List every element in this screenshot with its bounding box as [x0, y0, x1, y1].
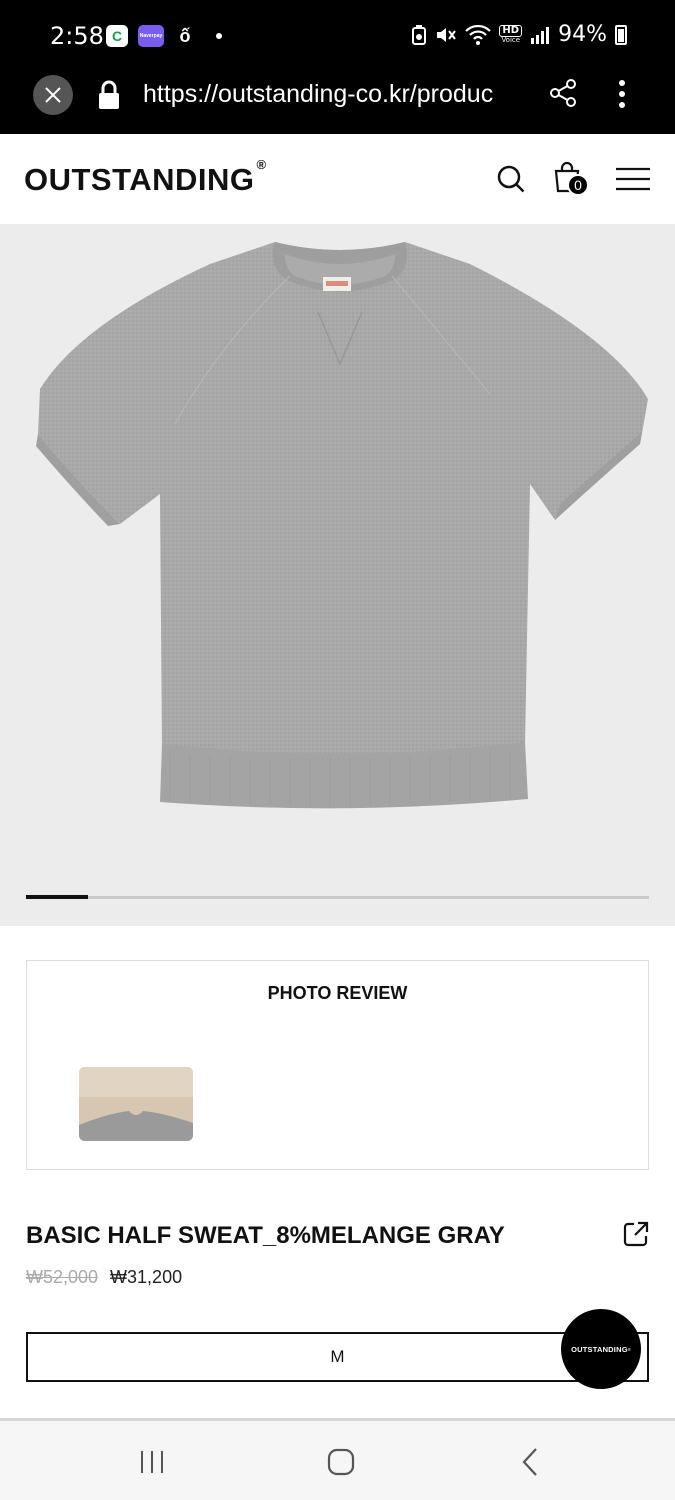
site-header: OUTSTANDING ® 0 — [0, 134, 675, 224]
recent-apps-icon[interactable] — [138, 1449, 166, 1475]
naverpay-icon: Naverpay — [138, 25, 164, 47]
notification-dot-icon — [216, 33, 222, 39]
samsung-icon: ố — [179, 25, 191, 46]
product-image-carousel[interactable] — [0, 224, 675, 926]
selected-size-value: M — [330, 1347, 345, 1366]
product-photo — [36, 242, 648, 809]
status-bar: 2:58 C Naverpay ố HD Voice 94% — [0, 0, 675, 70]
battery-icon — [615, 24, 627, 45]
product-name: BASIC HALF SWEAT_8%MELANGE GRAY — [26, 1222, 505, 1249]
wifi-icon — [465, 24, 492, 45]
external-link-icon[interactable] — [622, 1220, 650, 1248]
sale-price: ₩31,200 — [110, 1267, 183, 1287]
price-row: ₩52,000 ₩31,200 — [26, 1267, 182, 1288]
more-options-icon[interactable] — [618, 79, 626, 109]
image-slider-track[interactable] — [26, 895, 649, 899]
site-logo[interactable]: OUTSTANDING ® — [24, 157, 267, 198]
close-icon — [45, 87, 61, 103]
close-tab-button[interactable] — [33, 75, 73, 115]
status-time: 2:58 — [50, 22, 104, 50]
hd-voice-icon: HD Voice — [499, 25, 523, 44]
mute-icon — [437, 27, 457, 42]
lock-icon[interactable] — [97, 80, 121, 110]
status-indicators: HD Voice 94% — [411, 22, 627, 47]
system-nav-bar — [0, 1421, 675, 1500]
brand-floating-label: OUTSTANDING — [571, 1344, 628, 1354]
share-icon[interactable] — [548, 78, 578, 108]
status-app-icons: C Naverpay ố — [106, 25, 222, 47]
review-photo-image — [79, 1067, 193, 1141]
cart-count-badge[interactable]: 0 — [567, 174, 589, 196]
search-icon[interactable] — [496, 164, 526, 194]
signal-icon — [531, 26, 550, 44]
url-text[interactable]: https://outstanding-co.kr/produc — [143, 80, 528, 109]
brand-floating-button[interactable]: OUTSTANDING ® — [561, 1309, 641, 1389]
image-slider-progress — [26, 895, 89, 899]
browser-url-bar: https://outstanding-co.kr/produc — [0, 70, 675, 134]
battery-saver-icon — [412, 24, 427, 45]
size-select[interactable]: M — [26, 1332, 649, 1382]
cgv-icon: C — [106, 25, 128, 47]
back-icon[interactable] — [520, 1447, 540, 1477]
battery-percent: 94% — [558, 22, 607, 47]
home-icon[interactable] — [327, 1448, 355, 1476]
photo-review-section: PHOTO REVIEW — [26, 960, 649, 1170]
original-price: ₩52,000 — [26, 1267, 99, 1287]
menu-icon[interactable] — [616, 167, 650, 191]
review-photo-thumbnail[interactable] — [79, 1067, 193, 1141]
photo-review-title: PHOTO REVIEW — [267, 983, 408, 1003]
